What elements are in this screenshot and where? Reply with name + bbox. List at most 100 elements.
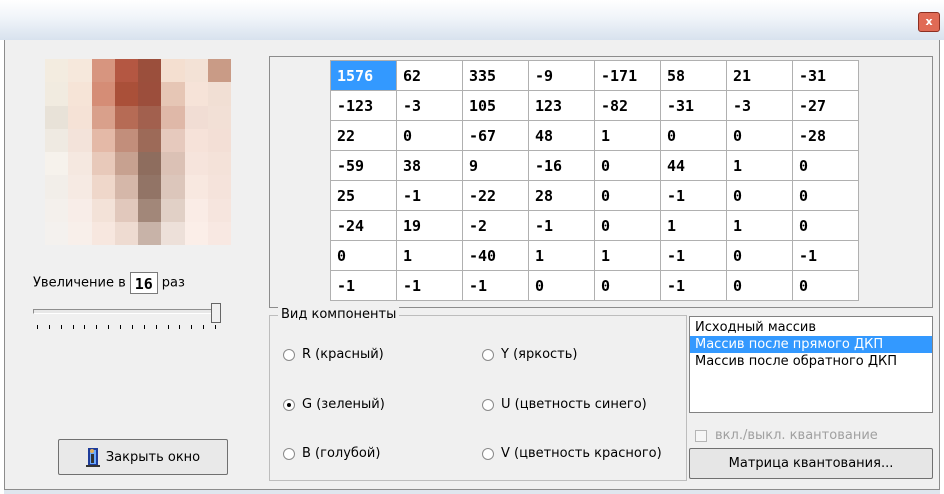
coefficient-cell[interactable]: 48 (528, 120, 595, 151)
coefficient-cell[interactable]: 0 (726, 270, 793, 301)
coefficient-cell[interactable]: -1 (660, 270, 727, 301)
coefficient-cell[interactable]: 25 (330, 180, 397, 211)
coefficient-cell[interactable]: 21 (726, 60, 793, 91)
preview-pixel (184, 221, 208, 245)
coefficient-cell[interactable]: 9 (462, 150, 529, 181)
coefficient-cell[interactable]: 123 (528, 90, 595, 121)
preview-pixel (45, 59, 69, 83)
zoom-suffix: раз (161, 275, 185, 291)
coefficient-cell[interactable]: -24 (330, 210, 397, 241)
radio-y-circle[interactable] (482, 348, 494, 361)
coefficient-cell[interactable]: -3 (726, 90, 793, 121)
coefficient-cell[interactable]: -1 (660, 240, 727, 271)
coefficient-cell[interactable]: 0 (594, 150, 661, 181)
coefficient-cell[interactable]: 0 (792, 180, 859, 211)
coefficient-cell[interactable]: -40 (462, 240, 529, 271)
coefficient-cell[interactable]: -1 (528, 210, 595, 241)
coefficient-cell[interactable]: 0 (792, 150, 859, 181)
coefficient-panel: 1576 62 335 -9 -171 58 21 -31 -123 -3 105 123 -82 -31… (269, 56, 933, 308)
coefficient-cell[interactable]: 105 (462, 90, 529, 121)
coefficient-cell[interactable]: -2 (462, 210, 529, 241)
radio-u-circle[interactable] (482, 398, 494, 411)
zoom-slider[interactable] (33, 303, 223, 339)
coefficient-cell[interactable]: 0 (726, 120, 793, 151)
radio-v-circle[interactable] (482, 447, 494, 460)
window-close-button[interactable]: x (918, 12, 940, 32)
radio-y[interactable]: Y (яркость) (482, 347, 577, 362)
radio-r-circle[interactable] (283, 348, 295, 361)
quantization-matrix-button[interactable]: Матрица квантования... (689, 448, 933, 479)
quantization-checkbox-box[interactable] (695, 429, 707, 442)
coefficient-cell[interactable]: -1 (396, 180, 463, 211)
slider-tick (215, 325, 216, 329)
radio-g[interactable]: G (зеленый) (283, 397, 385, 412)
slider-track[interactable] (33, 309, 219, 314)
coefficient-cell[interactable]: -82 (594, 90, 661, 121)
coefficient-cell[interactable]: 1 (528, 240, 595, 271)
coefficient-cell[interactable]: -31 (660, 90, 727, 121)
coefficient-cell[interactable]: -1 (396, 270, 463, 301)
list-item-inverse-dct[interactable]: Массив после обратного ДКП (690, 353, 932, 370)
preview-pixel (184, 82, 208, 106)
coefficient-cell[interactable]: 58 (660, 60, 727, 91)
coefficient-cell[interactable]: -1 (660, 180, 727, 211)
preview-pixel (207, 128, 231, 152)
coefficient-cell[interactable]: 1 (396, 240, 463, 271)
coefficient-cell[interactable]: 0 (792, 270, 859, 301)
exit-door-icon (85, 447, 100, 467)
list-item-forward-dct[interactable]: Массив после прямого ДКП (690, 336, 932, 353)
array-listbox[interactable]: Исходный массив Массив после прямого ДКП… (689, 316, 933, 413)
coefficient-cell[interactable]: 335 (462, 60, 529, 91)
coefficient-cell[interactable]: 1 (660, 210, 727, 241)
coefficient-cell[interactable]: 0 (396, 120, 463, 151)
coefficient-cell[interactable]: -1 (792, 240, 859, 271)
coefficient-cell[interactable]: 1576 (330, 60, 397, 91)
coefficient-cell[interactable]: -1 (462, 270, 529, 301)
coefficient-cell[interactable]: -9 (528, 60, 595, 91)
slider-thumb[interactable] (211, 303, 221, 323)
radio-b[interactable]: B (голубой) (283, 446, 380, 461)
radio-g-circle[interactable] (283, 398, 295, 411)
coefficient-row: 0 1 -40 1 1 -1 0 -1 (330, 240, 859, 271)
coefficient-cell[interactable]: -1 (330, 270, 397, 301)
coefficient-cell[interactable]: 1 (726, 150, 793, 181)
coefficient-cell[interactable]: 0 (660, 120, 727, 151)
coefficient-cell[interactable]: 0 (594, 180, 661, 211)
coefficient-cell[interactable]: 19 (396, 210, 463, 241)
coefficient-cell[interactable]: -28 (792, 120, 859, 151)
coefficient-cell[interactable]: 0 (726, 240, 793, 271)
coefficient-cell[interactable]: -3 (396, 90, 463, 121)
preview-pixel (161, 82, 185, 106)
coefficient-cell[interactable]: 0 (528, 270, 595, 301)
quantization-checkbox[interactable]: вкл./выкл. квантование (695, 428, 878, 443)
coefficient-cell[interactable]: -67 (462, 120, 529, 151)
coefficient-cell[interactable]: 0 (594, 210, 661, 241)
coefficient-cell[interactable]: -59 (330, 150, 397, 181)
coefficient-cell[interactable]: 0 (594, 270, 661, 301)
coefficient-cell[interactable]: 0 (726, 180, 793, 211)
radio-v[interactable]: V (цветность красного) (482, 446, 662, 461)
radio-u[interactable]: U (цветность синего) (482, 397, 647, 412)
coefficient-cell[interactable]: -22 (462, 180, 529, 211)
coefficient-cell[interactable]: -27 (792, 90, 859, 121)
coefficient-cell[interactable]: -123 (330, 90, 397, 121)
list-item-source[interactable]: Исходный массив (690, 319, 932, 336)
coefficient-cell[interactable]: 28 (528, 180, 595, 211)
coefficient-cell[interactable]: -171 (594, 60, 661, 91)
coefficient-cell[interactable]: 0 (330, 240, 397, 271)
coefficient-cell[interactable]: 62 (396, 60, 463, 91)
coefficient-cell[interactable]: 1 (594, 120, 661, 151)
coefficient-cell[interactable]: 1 (726, 210, 793, 241)
coefficient-cell[interactable]: 1 (594, 240, 661, 271)
radio-b-circle[interactable] (283, 447, 295, 460)
close-window-button[interactable]: Закрыть окно (58, 439, 228, 475)
coefficient-cell[interactable]: -16 (528, 150, 595, 181)
preview-pixel (138, 82, 162, 106)
coefficient-cell[interactable]: 0 (792, 210, 859, 241)
radio-r[interactable]: R (красный) (283, 347, 384, 362)
coefficient-cell[interactable]: 38 (396, 150, 463, 181)
coefficient-cell[interactable]: 22 (330, 120, 397, 151)
coefficient-cell[interactable]: 44 (660, 150, 727, 181)
preview-pixel (184, 152, 208, 176)
coefficient-cell[interactable]: -31 (792, 60, 859, 91)
